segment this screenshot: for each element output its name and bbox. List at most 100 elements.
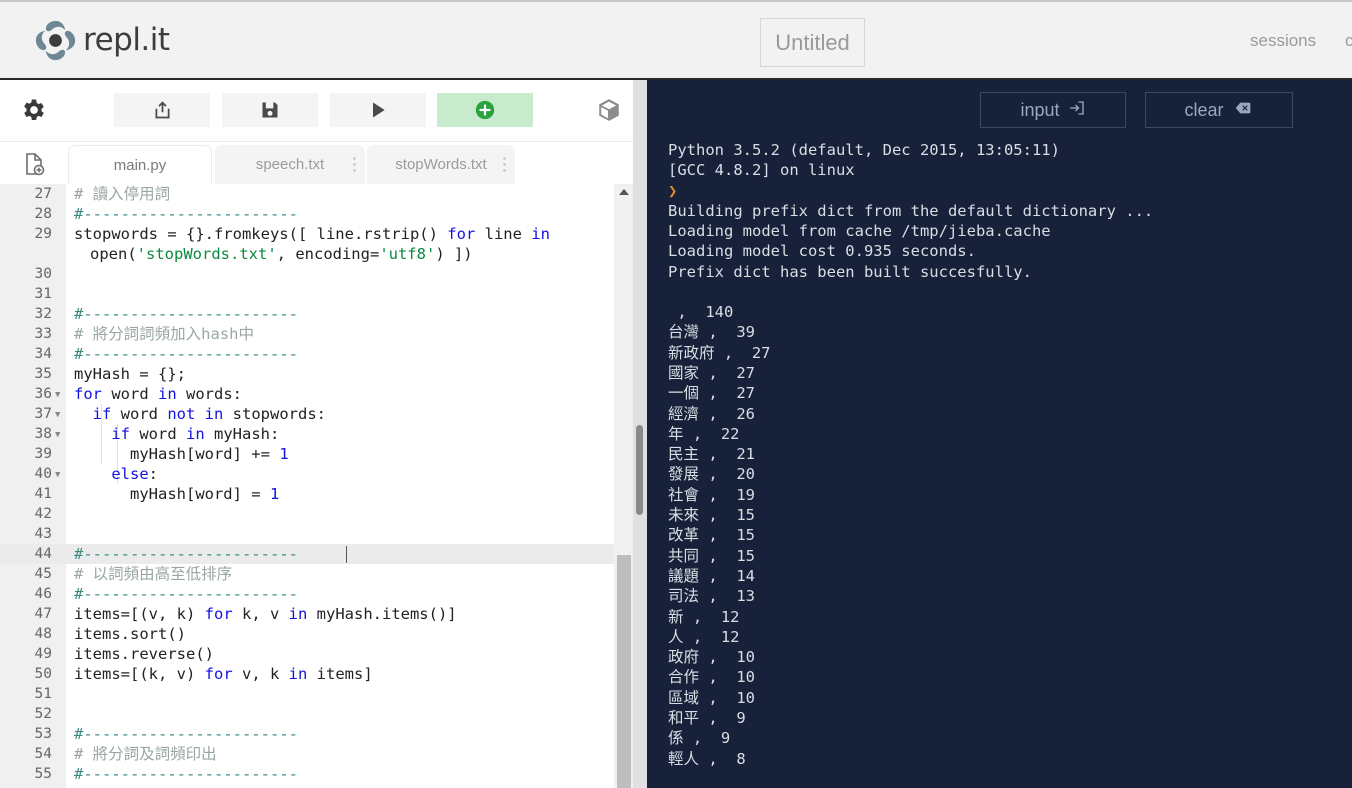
line-number: 47 xyxy=(34,606,52,622)
app-header: repl.it Untitled sessions c xyxy=(0,0,1352,80)
code-text: #----------------------- xyxy=(74,205,298,223)
console-output: Python 3.5.2 (default, Dec 2015, 13:05:1… xyxy=(668,140,1348,769)
console-output-line: Loading model cost 0.935 seconds. xyxy=(668,242,976,261)
line-number: 37 xyxy=(34,406,52,422)
tab-label: main.py xyxy=(113,156,167,174)
clear-button[interactable]: clear xyxy=(1145,92,1293,128)
line-number: 53 xyxy=(34,726,52,742)
console-output-line: Loading model from cache /tmp/jieba.cach… xyxy=(668,222,1051,241)
run-button[interactable] xyxy=(330,93,426,127)
file-tab-strip: main.py speech.txt stopWords.txt xyxy=(0,142,633,184)
package-cube-icon[interactable] xyxy=(596,96,622,124)
code-line: 52 xyxy=(0,704,614,724)
console-output-line: 議題 , 14 xyxy=(668,566,755,585)
new-file-icon[interactable] xyxy=(22,151,46,177)
code-line: open('stopWords.txt', encoding='utf8') ]… xyxy=(0,244,614,264)
code-line: 29 stopwords = {}.fromkeys([ line.rstrip(… xyxy=(0,224,614,244)
code-editor[interactable]: 27 # 讀入停用詞 28 #----------------------- 29 sto… xyxy=(0,184,633,788)
line-number: 55 xyxy=(34,766,52,782)
line-number: 43 xyxy=(34,526,52,542)
sign-in-arrow-icon xyxy=(1068,99,1086,122)
share-export-button[interactable] xyxy=(114,93,210,127)
line-number: 31 xyxy=(34,286,52,302)
console-output-line: 民主 , 21 xyxy=(668,445,755,464)
scroll-up-arrow-icon[interactable] xyxy=(619,189,629,195)
code-text: myHash = {}; xyxy=(74,365,186,383)
code-line: 42 xyxy=(0,504,614,524)
code-line: 28 #----------------------- xyxy=(0,204,614,224)
add-package-button[interactable] xyxy=(437,93,533,127)
input-button[interactable]: input xyxy=(980,92,1126,128)
code-fold-arrow-icon[interactable]: ▼ xyxy=(55,385,60,405)
page-scrollbar[interactable] xyxy=(633,80,647,788)
line-number: 48 xyxy=(34,626,52,642)
console-output-line: 一個 , 27 xyxy=(668,384,755,403)
backspace-delete-icon xyxy=(1232,100,1254,121)
code-text: myHash[word] = 1 xyxy=(74,485,280,503)
tab-speech-txt[interactable]: speech.txt xyxy=(215,145,365,184)
replit-ide-window: repl.it Untitled sessions c main.py spee… xyxy=(0,0,1352,788)
code-line: 54 # 將分詞及詞頻印出 xyxy=(0,744,614,764)
line-number: 45 xyxy=(34,566,52,582)
console-output-line: 國家 , 27 xyxy=(668,363,755,382)
tab-menu-icon[interactable] xyxy=(353,157,356,172)
brand-name: repl.it xyxy=(83,22,170,58)
console-output-line: 改革 , 15 xyxy=(668,526,755,545)
line-number: 41 xyxy=(34,486,52,502)
tab-menu-icon[interactable] xyxy=(503,157,506,172)
code-line: 53 #----------------------- xyxy=(0,724,614,744)
code-text: # 將分詞詞頻加入hash中 xyxy=(74,325,254,343)
tab-stopwords-txt[interactable]: stopWords.txt xyxy=(367,145,515,184)
line-number: 49 xyxy=(34,646,52,662)
line-number: 40 xyxy=(34,466,52,482)
line-number: 36 xyxy=(34,386,52,402)
code-fold-arrow-icon[interactable]: ▼ xyxy=(55,405,60,425)
tab-main-py[interactable]: main.py xyxy=(68,145,212,184)
console-output-line: 共同 , 15 xyxy=(668,546,755,565)
console-output-line: , 140 xyxy=(668,303,734,322)
console-output-line: [GCC 4.8.2] on linux xyxy=(668,161,855,180)
code-text: else: xyxy=(111,465,158,483)
clipped-header-link[interactable]: c xyxy=(1345,31,1352,51)
code-fold-arrow-icon[interactable]: ▼ xyxy=(55,425,60,445)
line-number: 51 xyxy=(34,686,52,702)
console-pane: input clear Python 3.5.2 (default, Dec 2… xyxy=(647,80,1352,788)
code-text: items=[(v, k) for k, v in myHash.items()… xyxy=(74,605,457,623)
code-line: 43 xyxy=(0,524,614,544)
save-button[interactable] xyxy=(222,93,318,127)
code-text: #----------------------- xyxy=(74,725,298,743)
code-line: 38 ▼ if word in myHash: xyxy=(0,424,614,444)
page-scrollbar-thumb[interactable] xyxy=(636,425,643,515)
console-output-line: 政府 , 10 xyxy=(668,648,755,667)
code-line: 37 ▼ if word not in stopwords: xyxy=(0,404,614,424)
code-text: items.reverse() xyxy=(74,645,214,663)
code-line: 35 myHash = {}; xyxy=(0,364,614,384)
code-line: 55 #----------------------- xyxy=(0,764,614,784)
tab-label: stopWords.txt xyxy=(395,156,487,173)
replit-spiral-logo-icon xyxy=(32,17,79,64)
line-number: 46 xyxy=(34,586,52,602)
line-number: 50 xyxy=(34,666,52,682)
console-output-line: 社會 , 19 xyxy=(668,485,755,504)
code-fold-arrow-icon[interactable]: ▼ xyxy=(55,465,60,485)
console-toolbar: input clear xyxy=(647,80,1352,136)
code-text: #----------------------- xyxy=(74,585,298,603)
code-text: # 將分詞及詞頻印出 xyxy=(74,745,217,763)
console-output-line: 年 , 22 xyxy=(668,424,740,443)
sessions-link[interactable]: sessions xyxy=(1250,31,1316,51)
brand[interactable]: repl.it xyxy=(32,17,170,64)
code-line: 48 items.sort() xyxy=(0,624,614,644)
editor-scrollbar[interactable] xyxy=(614,184,633,788)
code-line: 47 items=[(v, k) for k, v in myHash.items… xyxy=(0,604,614,624)
editor-scrollbar-thumb[interactable] xyxy=(617,555,631,788)
line-number: 35 xyxy=(34,366,52,382)
code-line: 44 #----------------------- xyxy=(0,544,614,564)
gear-icon[interactable] xyxy=(20,96,48,124)
project-title-input[interactable]: Untitled xyxy=(760,18,865,67)
code-text: # 讀入停用詞 xyxy=(74,185,171,203)
code-line: 41 myHash[word] = 1 xyxy=(0,484,614,504)
code-text: items.sort() xyxy=(74,625,186,643)
console-output-line: 新 , 12 xyxy=(668,607,740,626)
code-text: for word in words: xyxy=(74,385,242,403)
